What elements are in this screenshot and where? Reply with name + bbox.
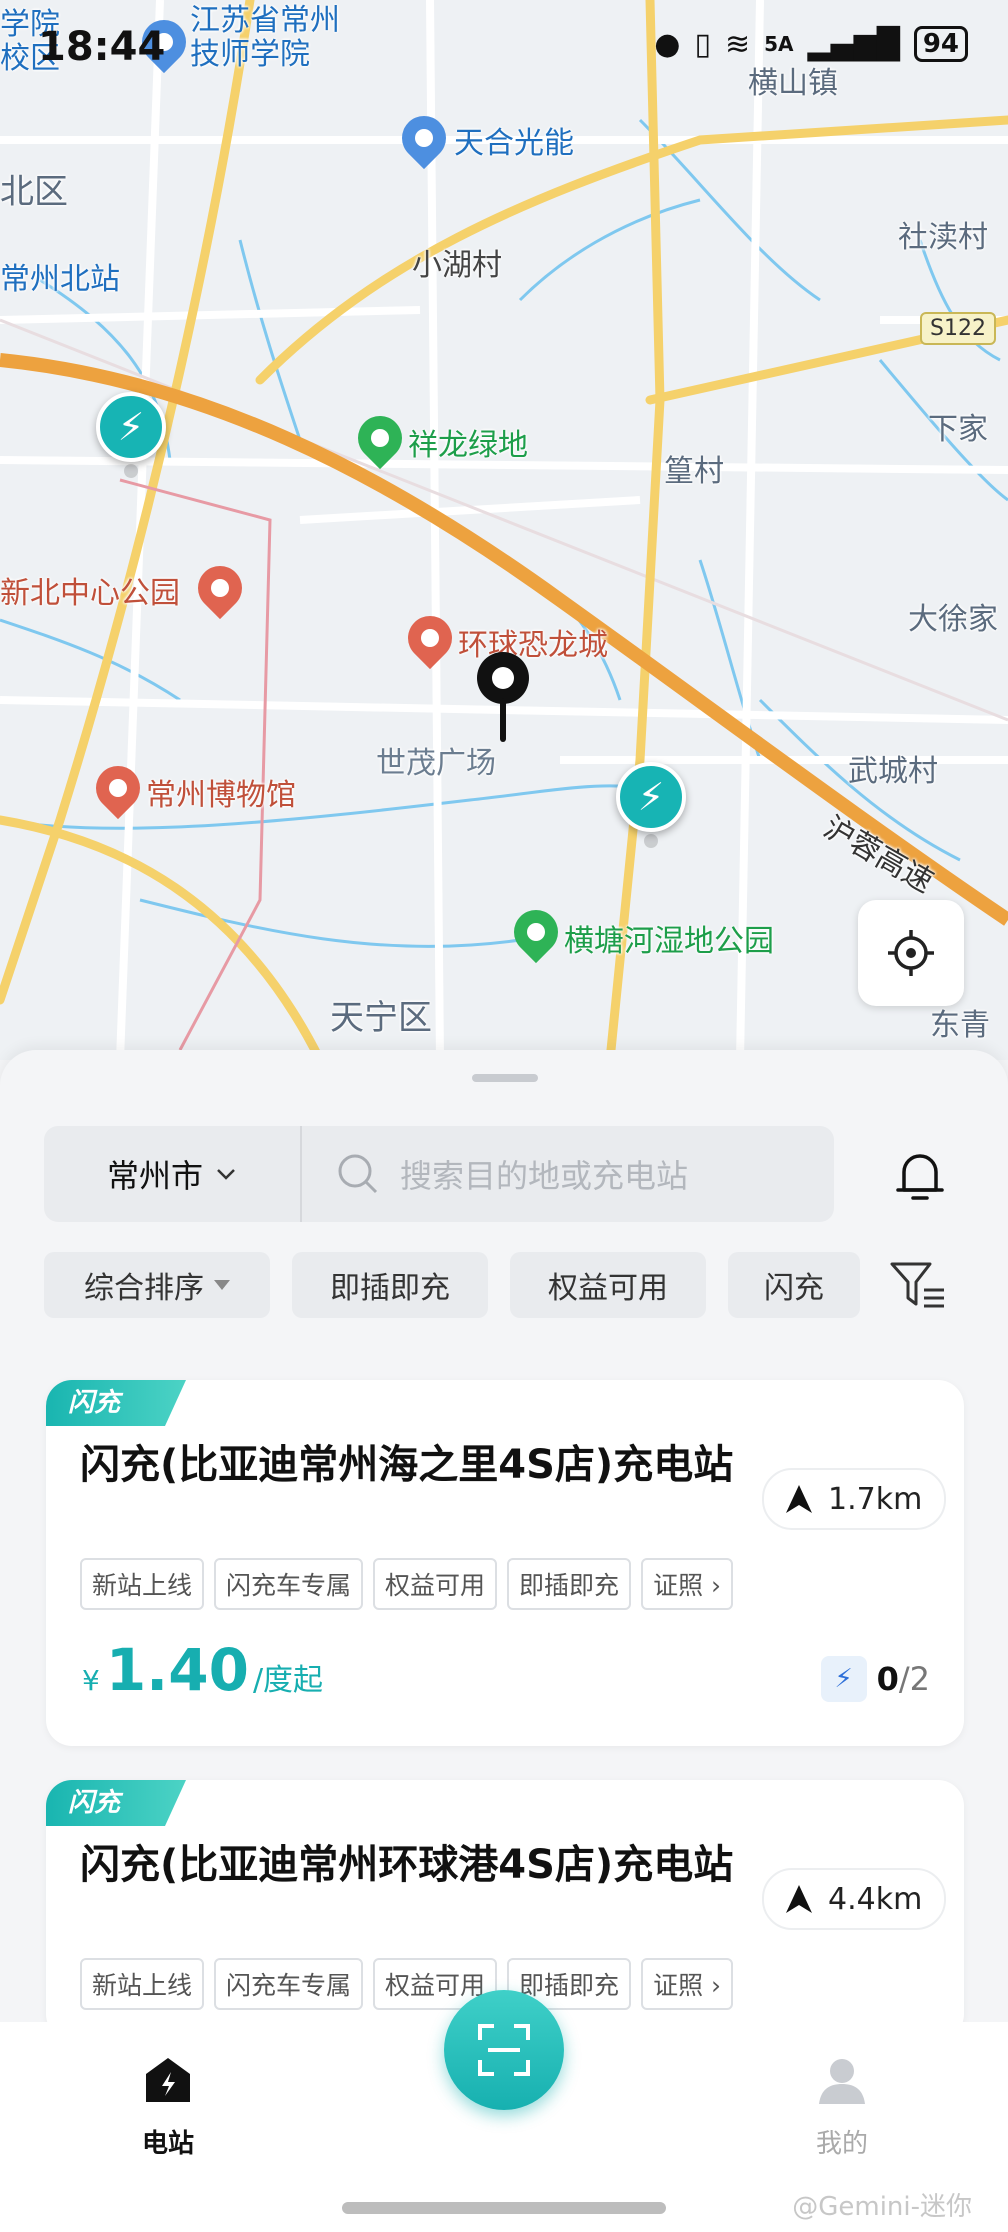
home-indicator[interactable] [342, 2202, 666, 2214]
crosshair-icon [888, 930, 934, 976]
badge-new: 新站上线 [80, 1558, 205, 1610]
locate-button[interactable] [858, 900, 964, 1006]
flash-tag: 闪充 [46, 1380, 186, 1426]
price-value: 1.40 [105, 1636, 249, 1704]
filter-chip-sort[interactable]: 综合排序 [44, 1252, 270, 1318]
map-label-tianhe[interactable]: 天合光能 [454, 118, 574, 162]
center-pin-icon [472, 648, 534, 744]
sheet-drag-handle[interactable] [472, 1074, 538, 1082]
badge-plug-and-charge: 即插即充 [507, 1558, 632, 1610]
badge-new: 新站上线 [80, 1958, 205, 2010]
filter-chip-plug-and-charge[interactable]: 即插即充 [292, 1252, 488, 1318]
map-label-xiajia: 下家 [928, 412, 988, 447]
distance-button[interactable]: 1.7km [762, 1468, 947, 1530]
price-unit: /度起 [252, 1663, 324, 1698]
route-badge: S122 [920, 312, 996, 345]
map-label-xianglong[interactable]: 祥龙绿地 [408, 420, 528, 464]
signal-icon: ▂▄▆█ [807, 26, 900, 62]
map-label-huangcun: 篁村 [664, 454, 724, 489]
ports-available: 0 [876, 1660, 899, 1698]
map-label-shedu: 社渎村 [898, 220, 988, 255]
charger-marker[interactable]: ⚡ [616, 762, 686, 848]
scan-icon [478, 2024, 530, 2076]
battery-icon: 94 [913, 26, 968, 62]
map-label-changzhou-north[interactable]: 常州北站 [0, 254, 120, 298]
watermark: @Gemini-迷你 [792, 2192, 972, 2222]
tab-label: 我的 [815, 2129, 868, 2159]
map-label-college[interactable]: 江苏省常州 技师学院 [190, 4, 340, 72]
filter-chip-flash[interactable]: 闪充 [728, 1252, 860, 1318]
network-label: 5A [764, 32, 794, 56]
map-label-hengshan: 横山镇 [748, 66, 838, 101]
station-name: 闪充(比亚迪常州海之里4S店)充电站 [80, 1442, 734, 1488]
search-bar: 常州市 搜索目的地或充电站 [44, 1126, 834, 1222]
tab-mine[interactable]: 我的 [762, 2056, 922, 2160]
city-select[interactable]: 常州市 [44, 1126, 302, 1222]
filter-icon[interactable] [890, 1260, 946, 1312]
distance-label: 1.7km [828, 1481, 923, 1517]
status-icons: ● ▯ ≋ 5A ▂▄▆█ 94 [654, 26, 968, 62]
station-card[interactable]: 闪充 闪充(比亚迪常州海之里4S店)充电站 1.7km 新站上线 闪充车专属 权… [46, 1380, 964, 1746]
caret-down-icon [214, 1280, 230, 1290]
station-name: 闪充(比亚迪常州环球港4S店)充电站 [80, 1842, 734, 1888]
filter-chip-benefits[interactable]: 权益可用 [510, 1252, 706, 1318]
ports-total: /2 [898, 1660, 930, 1698]
scan-button[interactable] [444, 1990, 564, 2110]
distance-label: 4.4km [828, 1881, 923, 1917]
user-icon [819, 2059, 865, 2104]
map-label-beiqu: 北区 [0, 172, 68, 212]
wifi-icon: ≋ [724, 26, 751, 62]
search-placeholder: 搜索目的地或充电站 [400, 1157, 689, 1195]
map-label-wucheng: 武城村 [848, 754, 938, 789]
flash-charger-icon: ⚡ [820, 1656, 867, 1702]
map-label-shimao[interactable]: 世茂广场 [376, 738, 496, 782]
search-input[interactable]: 搜索目的地或充电站 [300, 1126, 834, 1222]
badge-license-link[interactable]: 证照 › [641, 1958, 734, 2010]
tab-label: 电站 [141, 2129, 194, 2159]
vibrate-icon: ▯ [694, 26, 711, 62]
map-label-tianning: 天宁区 [330, 998, 432, 1038]
badge-flash-only: 闪充车专属 [214, 1958, 364, 2010]
map-view[interactable]: 学院 校区 江苏省常州 技师学院 天合光能 北区 小湖村 常州北站 横山镇 社渎… [0, 0, 1008, 1060]
station-badges: 新站上线 闪充车专属 权益可用 即插即充 证照 › [80, 1958, 734, 2010]
badge-license-link[interactable]: 证照 › [641, 1558, 734, 1610]
navigate-arrow-icon [786, 1885, 812, 1913]
filter-chip-label: 综合排序 [84, 1271, 204, 1306]
chevron-down-icon [217, 1169, 235, 1180]
distance-button[interactable]: 4.4km [762, 1868, 947, 1930]
map-label-xiaohu: 小湖村 [412, 248, 502, 283]
navigate-arrow-icon [786, 1485, 812, 1513]
search-icon [338, 1154, 378, 1194]
station-badges: 新站上线 闪充车专属 权益可用 即插即充 证照 › [80, 1558, 734, 1610]
location-icon: ● [654, 26, 681, 62]
badge-benefits: 权益可用 [373, 1558, 498, 1610]
price-currency: ¥ [82, 1664, 100, 1697]
map-label-museum[interactable]: 常州博物馆 [146, 770, 296, 814]
map-label-hengtang[interactable]: 横塘河湿地公园 [564, 916, 774, 960]
port-availability: ⚡ 0/2 [820, 1656, 930, 1702]
map-label-xinbei-park[interactable]: 新北中心公园 [0, 568, 180, 612]
map-label-daxujia: 大徐家 [908, 602, 998, 637]
charger-marker[interactable]: ⚡ [96, 392, 166, 478]
flash-tag: 闪充 [46, 1780, 186, 1826]
tab-stations[interactable]: 电站 [88, 2056, 248, 2160]
city-label: 常州市 [106, 1157, 203, 1195]
map-label-dongqing: 东青 [930, 1008, 990, 1043]
status-time: 18:44 [38, 24, 166, 70]
price: ¥ 1.40 /度起 [82, 1636, 323, 1704]
notification-bell-icon[interactable] [892, 1146, 948, 1206]
station-home-icon [146, 2058, 190, 2102]
badge-flash-only: 闪充车专属 [214, 1558, 364, 1610]
